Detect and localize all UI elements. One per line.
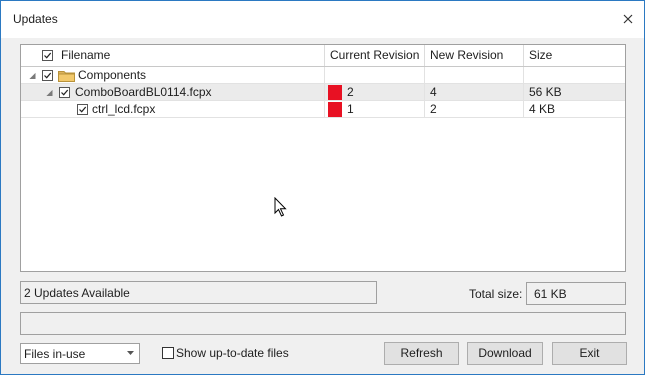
- total-size-label: Total size:: [469, 287, 523, 301]
- show-uptodate-label[interactable]: Show up-to-date files: [176, 346, 289, 360]
- column-new-revision-label: New Revision: [430, 48, 504, 62]
- updates-available-panel: 2 Updates Available: [20, 281, 377, 304]
- folder-icon: [58, 71, 75, 82]
- tree-header: Filename Current Revision New Revision S…: [21, 45, 625, 67]
- mouse-cursor-icon: [274, 197, 287, 217]
- show-uptodate-checkbox[interactable]: [162, 347, 174, 359]
- updates-dialog: Updates Filename Current Revision New Re…: [0, 0, 645, 375]
- collapse-icon[interactable]: ◢: [45, 88, 54, 97]
- column-filename[interactable]: Filename: [21, 45, 325, 66]
- column-current-revision-label: Current Revision: [330, 48, 420, 62]
- row-size: 56 KB: [529, 85, 562, 99]
- files-filter-selected: Files in-use: [24, 347, 86, 361]
- window-title: Updates: [13, 12, 58, 26]
- exit-button[interactable]: Exit: [552, 342, 627, 365]
- total-size-field: 61 KB: [526, 282, 626, 305]
- row-checkbox[interactable]: [59, 87, 70, 98]
- progress-bar: [20, 312, 626, 335]
- row-current-revision: 2: [347, 85, 354, 99]
- row-new-revision: 4: [430, 85, 437, 99]
- close-button[interactable]: [618, 9, 638, 29]
- outdated-indicator: [328, 102, 342, 117]
- row-filename: ComboBoardBL0114.fcpx: [75, 85, 212, 99]
- column-new-revision[interactable]: New Revision: [425, 45, 524, 66]
- total-size-value: 61 KB: [534, 287, 567, 301]
- tree-row-components[interactable]: ◢ Components: [21, 67, 625, 84]
- row-new-revision: 2: [430, 102, 437, 116]
- row-checkbox[interactable]: [42, 70, 53, 81]
- row-checkbox[interactable]: [77, 104, 88, 115]
- updates-available-text: 2 Updates Available: [24, 286, 130, 300]
- download-button[interactable]: Download: [467, 342, 543, 365]
- refresh-button[interactable]: Refresh: [384, 342, 459, 365]
- close-icon: [623, 14, 633, 24]
- column-filename-label: Filename: [61, 48, 111, 62]
- column-size-label: Size: [529, 48, 553, 62]
- row-current-revision: 1: [347, 102, 354, 116]
- tree-row-ctrl-lcd[interactable]: ctrl_lcd.fcpx 1 2 4 KB: [21, 101, 625, 118]
- select-all-checkbox[interactable]: [42, 50, 53, 61]
- column-size[interactable]: Size: [524, 45, 625, 66]
- outdated-indicator: [328, 85, 342, 100]
- tree-row-comboboard[interactable]: ◢ ComboBoardBL0114.fcpx 2 4 56 KB: [21, 84, 625, 101]
- chevron-down-icon: [127, 351, 134, 355]
- row-filename: Components: [78, 68, 147, 82]
- title-bar: Updates: [1, 1, 644, 38]
- updates-tree[interactable]: Filename Current Revision New Revision S…: [20, 44, 626, 272]
- column-current-revision[interactable]: Current Revision: [325, 45, 425, 66]
- files-filter-dropdown[interactable]: Files in-use: [20, 343, 140, 364]
- row-filename: ctrl_lcd.fcpx: [92, 102, 156, 116]
- row-size: 4 KB: [529, 102, 556, 116]
- collapse-icon[interactable]: ◢: [28, 71, 37, 80]
